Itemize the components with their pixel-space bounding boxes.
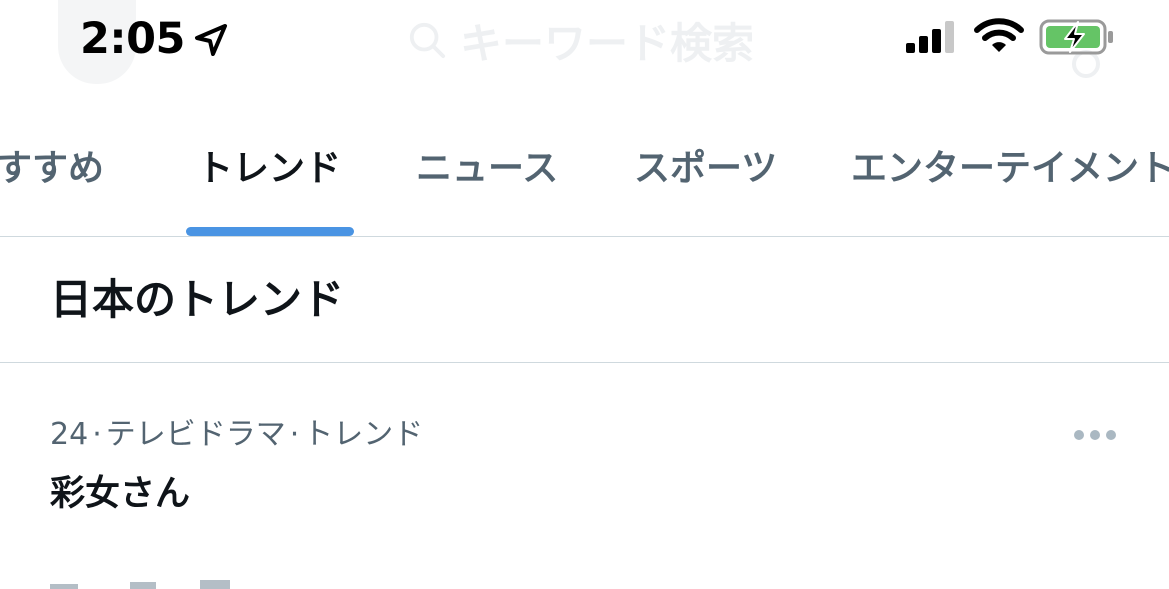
trend-suffix: トレンド: [303, 417, 424, 452]
tab-entertainment[interactable]: エンターテイメント: [851, 144, 1169, 194]
trend-meta: 24 · テレビドラマ · トレンド: [50, 415, 423, 455]
tab-trending[interactable]: トレンド: [197, 144, 341, 194]
trend-rank: 24: [50, 417, 89, 452]
tabs-divider: [0, 236, 1169, 237]
location-arrow-icon: [195, 24, 227, 56]
more-options-icon[interactable]: [1072, 427, 1118, 443]
tab-recommended[interactable]: すすめ: [0, 144, 104, 194]
explore-screen: キーワード検索 2:05 すすめ トレンド ニュース スポーツ エンターテイメン…: [0, 0, 1169, 589]
tab-sports[interactable]: スポーツ: [634, 144, 777, 194]
meta-separator: ·: [92, 417, 102, 452]
trend-name: 彩女さん: [50, 474, 191, 514]
battery-charging-icon: [1039, 19, 1113, 55]
cellular-signal-icon: [906, 21, 954, 53]
trend-item[interactable]: 24 · テレビドラマ · トレンド 彩女さん: [0, 363, 1169, 543]
explore-tabs: すすめ トレンド ニュース スポーツ エンターテイメント: [0, 120, 1169, 236]
meta-separator: ·: [289, 417, 300, 452]
section-title: 日本のトレンド: [50, 275, 345, 324]
search-icon: [409, 22, 446, 59]
status-time: 2:05: [80, 14, 185, 64]
search-placeholder: キーワード検索: [460, 18, 755, 68]
tab-news[interactable]: ニュース: [416, 144, 558, 194]
wifi-icon: [974, 18, 1024, 52]
trend-category: テレビドラマ: [105, 417, 286, 452]
active-tab-indicator: [186, 227, 354, 236]
search-bar[interactable]: キーワード検索: [408, 10, 754, 70]
next-trend-item-partial: [50, 580, 230, 589]
